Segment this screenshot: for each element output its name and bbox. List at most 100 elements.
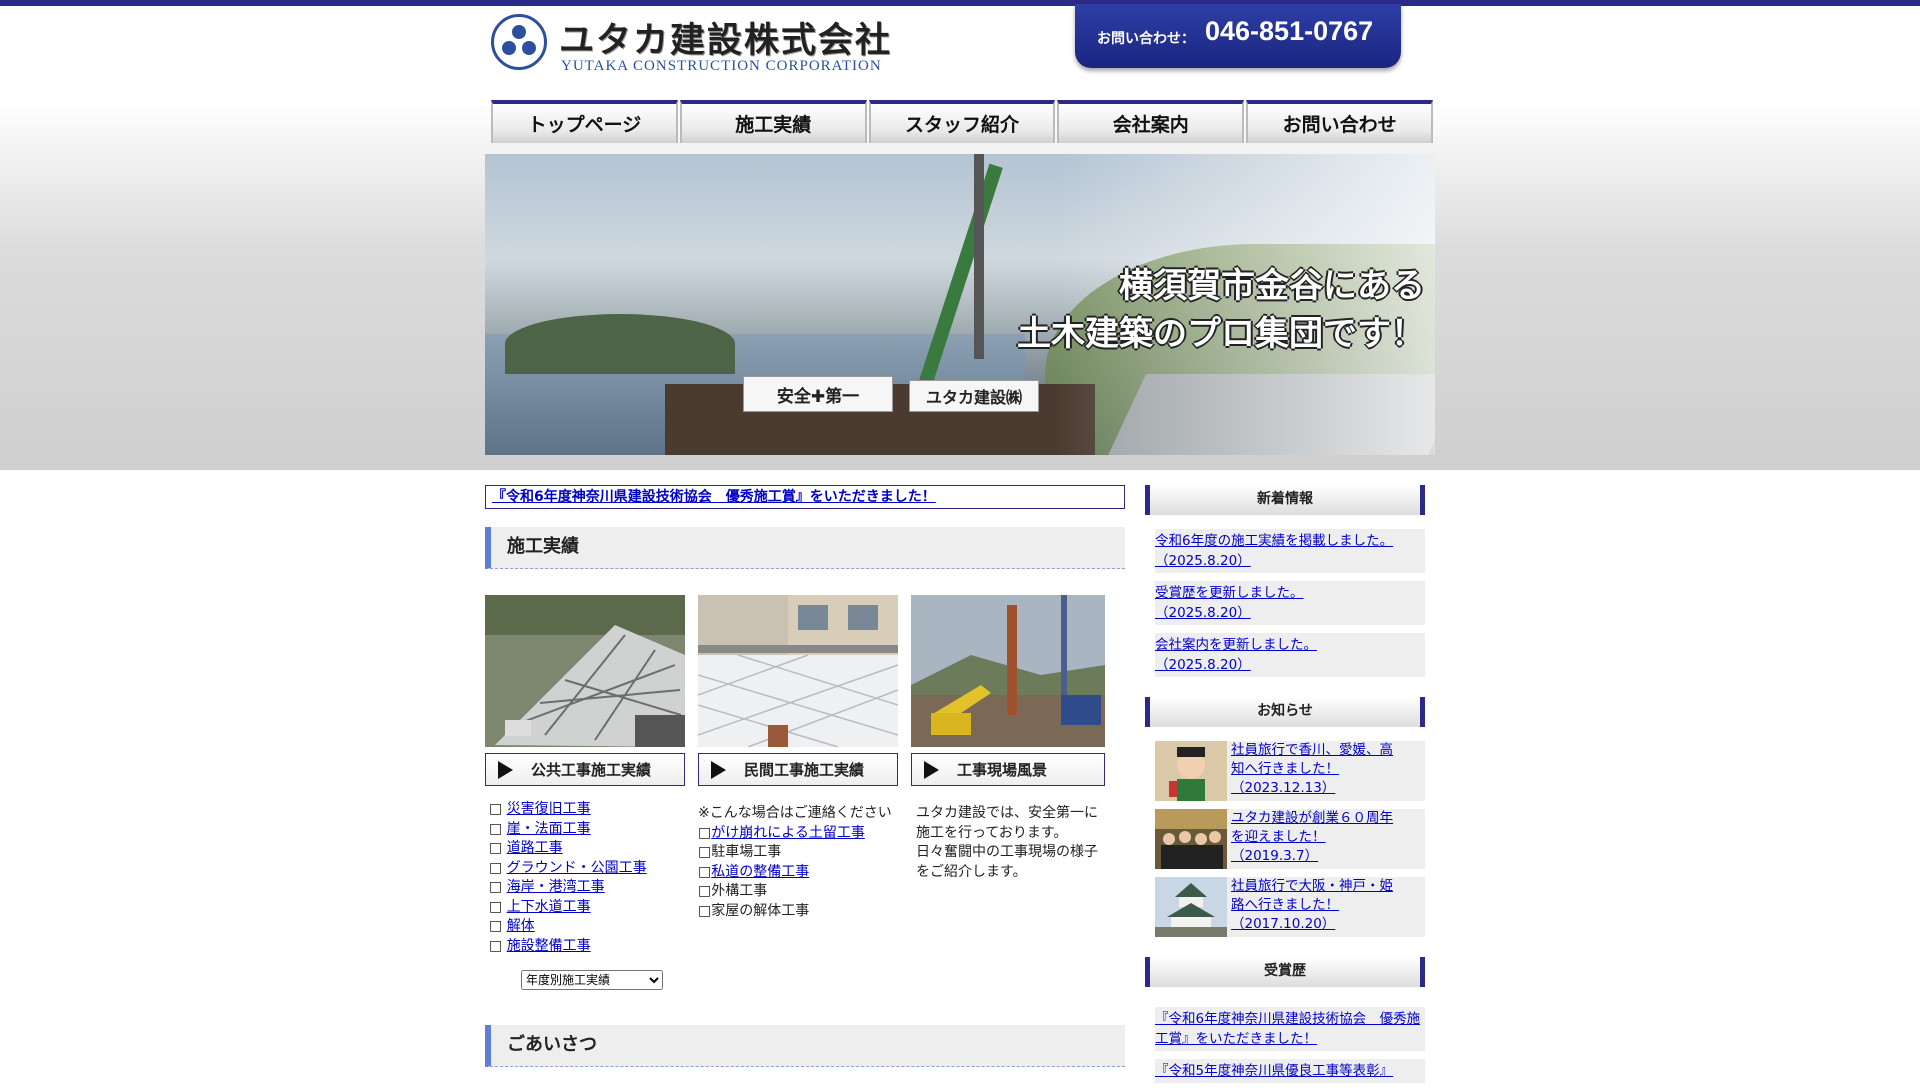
private-list-link[interactable]: がけ崩れによる土留工事 (711, 825, 865, 841)
private-works-thumbnail[interactable] (698, 595, 898, 747)
notice-date: （2019.3.7） (1231, 848, 1319, 864)
public-list-link[interactable]: 災害復旧工事 (507, 801, 591, 817)
public-works-button-label: 公共工事施工実績 (531, 761, 652, 779)
site-text-line: 施工を行っております。 (916, 824, 1068, 841)
hero-island (505, 314, 735, 374)
notice-thumbnail-group[interactable] (1155, 809, 1227, 869)
play-arrow-icon (498, 760, 513, 779)
award-link[interactable]: 『令和5年度神奈川県優良工事等表彰』 (1155, 1063, 1393, 1079)
award-link[interactable]: 『令和6年度神奈川県建設技術協会 優秀施工賞』をいただきました！ (1155, 1011, 1420, 1047)
site-text-line: をご紹介します。 (916, 863, 1027, 880)
notice-item: 社員旅行で香川、愛媛、高 知へ行きました！ （2023.12.13） (1155, 741, 1425, 801)
list-item: □ 海岸・港湾工事 (489, 879, 605, 895)
nav-works[interactable]: 施工実績 (679, 100, 867, 143)
contact-phone-tab[interactable]: お問い合わせ： 046-851-0767 (1075, 4, 1401, 68)
public-list-link[interactable]: 上下水道工事 (507, 899, 591, 915)
hero-catch-line-2: 土木建築のプロ集団です！ (1017, 314, 1425, 354)
list-item: □外構工事 (698, 883, 768, 899)
works-cards: 公共工事施工実績 □ 災害復旧工事 □ 崖・法面工事 □ 道路工事 □ グラウン… (485, 595, 1125, 1025)
news-date: （2025.8.20） (1155, 605, 1251, 621)
nav-top-page[interactable]: トップページ (491, 100, 678, 143)
public-works-thumbnail[interactable] (485, 595, 685, 747)
award-item: 『令和6年度神奈川県建設技術協会 優秀施工賞』をいただきました！ (1155, 1007, 1425, 1051)
private-list-text: 家屋の解体工事 (711, 902, 810, 919)
notice-item: ユタカ建設が創業６０周年 を迎えました！ （2019.3.7） (1155, 809, 1425, 869)
public-works-card: 公共工事施工実績 □ 災害復旧工事 □ 崖・法面工事 □ 道路工事 □ グラウン… (485, 595, 685, 990)
awards-heading: 受賞歴 (1145, 957, 1425, 987)
public-list-link[interactable]: 解体 (507, 918, 535, 934)
news-link[interactable]: 受賞歴を更新しました。 （2025.8.20） (1155, 585, 1304, 621)
news-link[interactable]: 令和6年度の施工実績を掲載しました。 （2025.8.20） (1155, 533, 1393, 569)
public-list-link[interactable]: グラウンド・公園工事 (507, 860, 647, 876)
ticker-link[interactable]: 『令和6年度神奈川県建設技術協会 優秀施工賞』をいただきました！ (492, 489, 936, 505)
notice-link[interactable]: 社員旅行で大阪・神戸・姫 路へ行きました！ （2017.10.20） (1231, 878, 1393, 932)
contact-label: お問い合わせ： (1097, 31, 1195, 47)
list-item: □ グラウンド・公園工事 (489, 859, 647, 876)
notice-link[interactable]: ユタカ建設が創業６０周年 を迎えました！ （2019.3.7） (1231, 810, 1393, 864)
private-intro: ※こんな場合はご連絡ください (698, 805, 892, 821)
private-works-list: ※こんな場合はご連絡ください □がけ崩れによる土留工事 □駐車場工事 □私道の整… (698, 804, 898, 921)
news-item: 受賞歴を更新しました。 （2025.8.20） (1155, 581, 1425, 625)
notice-item: 社員旅行で大阪・神戸・姫 路へ行きました！ （2017.10.20） (1155, 877, 1425, 937)
news-date: （2025.8.20） (1155, 553, 1251, 569)
private-works-card: 民間工事施工実績 ※こんな場合はご連絡ください □がけ崩れによる土留工事 □駐車… (698, 595, 898, 921)
notice-thumbnail-mascot[interactable] (1155, 741, 1227, 801)
play-arrow-icon (924, 760, 939, 779)
site-logo[interactable]: ユタカ建設株式会社 YUTAKA CONSTRUCTION CORPORATIO… (491, 14, 931, 84)
main-nav: トップページ 施工実績 スタッフ紹介 会社案内 お問い合わせ (491, 100, 1435, 143)
site-scenes-thumbnail[interactable] (911, 595, 1105, 747)
notice-line: 社員旅行で香川、愛媛、高 (1231, 742, 1393, 758)
private-works-button-label: 民間工事施工実績 (744, 761, 865, 779)
list-item: □ 道路工事 (489, 840, 563, 856)
site-scenes-button[interactable]: 工事現場風景 (911, 753, 1105, 786)
news-ticker: 『令和6年度神奈川県建設技術協会 優秀施工賞』をいただきました！ (485, 485, 1125, 509)
list-item: □ 災害復旧工事 (489, 801, 591, 817)
list-item: □私道の整備工事 (698, 863, 810, 880)
public-works-button[interactable]: 公共工事施工実績 (485, 753, 685, 786)
list-item: □ 上下水道工事 (489, 898, 591, 915)
nav-contact[interactable]: お問い合わせ (1246, 100, 1433, 143)
public-list-link[interactable]: 海岸・港湾工事 (507, 879, 605, 895)
notice-heading: お知らせ (1145, 697, 1425, 727)
play-arrow-icon (711, 760, 726, 779)
list-item: □ 解体 (489, 918, 535, 934)
news-item: 会社案内を更新しました。 （2025.8.20） (1155, 633, 1425, 677)
award-item: 『令和5年度神奈川県優良工事等表彰』 (1155, 1059, 1425, 1083)
logo-english-name: YUTAKA CONSTRUCTION CORPORATION (561, 58, 882, 74)
news-heading: 新着情報 (1145, 485, 1425, 515)
page-container: ユタカ建設株式会社 YUTAKA CONSTRUCTION CORPORATIO… (485, 0, 1435, 1083)
public-works-list: □ 災害復旧工事 □ 崖・法面工事 □ 道路工事 □ グラウンド・公園工事 □ … (489, 800, 685, 956)
nav-company[interactable]: 会社案内 (1057, 100, 1245, 143)
notice-date: （2023.12.13） (1231, 780, 1336, 796)
public-list-link[interactable]: 道路工事 (507, 840, 563, 856)
logo-japanese-name: ユタカ建設株式会社 (559, 20, 893, 61)
list-item: □駐車場工事 (698, 844, 782, 860)
public-list-link[interactable]: 施設整備工事 (507, 938, 591, 954)
notice-text: 社員旅行で大阪・神戸・姫 路へ行きました！ （2017.10.20） (1231, 877, 1425, 934)
news-link[interactable]: 会社案内を更新しました。 （2025.8.20） (1155, 637, 1317, 673)
notice-thumbnail-castle[interactable] (1155, 877, 1227, 937)
private-list-link[interactable]: 私道の整備工事 (711, 864, 809, 880)
news-list: 令和6年度の施工実績を掲載しました。 （2025.8.20） 受賞歴を更新しました… (1155, 529, 1425, 677)
news-text: 令和6年度の施工実績を掲載しました。 (1155, 533, 1394, 549)
list-item: □ 施設整備工事 (489, 937, 591, 954)
hero-catch-line-1: 横須賀市金谷にある (1119, 266, 1425, 306)
site-text-line: 日々奮闘中の工事現場の様子 (916, 844, 1098, 860)
main-content: 『令和6年度神奈川県建設技術協会 優秀施工賞』をいただきました！ 施工実績 公共… (485, 485, 1125, 1067)
notice-line: ユタカ建設が創業６０周年 (1231, 810, 1393, 826)
list-item: □ 崖・法面工事 (489, 820, 591, 837)
hero-safety-sign: 安全✚第一 (743, 376, 893, 412)
nav-staff[interactable]: スタッフ紹介 (868, 100, 1056, 143)
private-works-button[interactable]: 民間工事施工実績 (698, 753, 898, 786)
notice-line: 路へ行きました！ (1231, 897, 1339, 913)
section-heading-works: 施工実績 (485, 527, 1125, 569)
year-works-select[interactable]: 年度別施工実績 (521, 970, 663, 990)
notice-link[interactable]: 社員旅行で香川、愛媛、高 知へ行きました！ （2023.12.13） (1231, 742, 1393, 796)
awards-list: 『令和6年度神奈川県建設技術協会 優秀施工賞』をいただきました！ 『令和5年度神… (1155, 1007, 1425, 1083)
notice-line: を迎えました！ (1231, 829, 1326, 845)
notice-list: 社員旅行で香川、愛媛、高 知へ行きました！ （2023.12.13） ユタカ建設が創… (1155, 741, 1425, 937)
public-list-link[interactable]: 崖・法面工事 (507, 821, 591, 837)
sidebar: 新着情報 令和6年度の施工実績を掲載しました。 （2025.8.20） 受賞歴を更… (1145, 485, 1425, 1091)
news-text: 会社案内を更新しました。 (1155, 637, 1317, 653)
private-list-text: 外構工事 (711, 883, 768, 899)
